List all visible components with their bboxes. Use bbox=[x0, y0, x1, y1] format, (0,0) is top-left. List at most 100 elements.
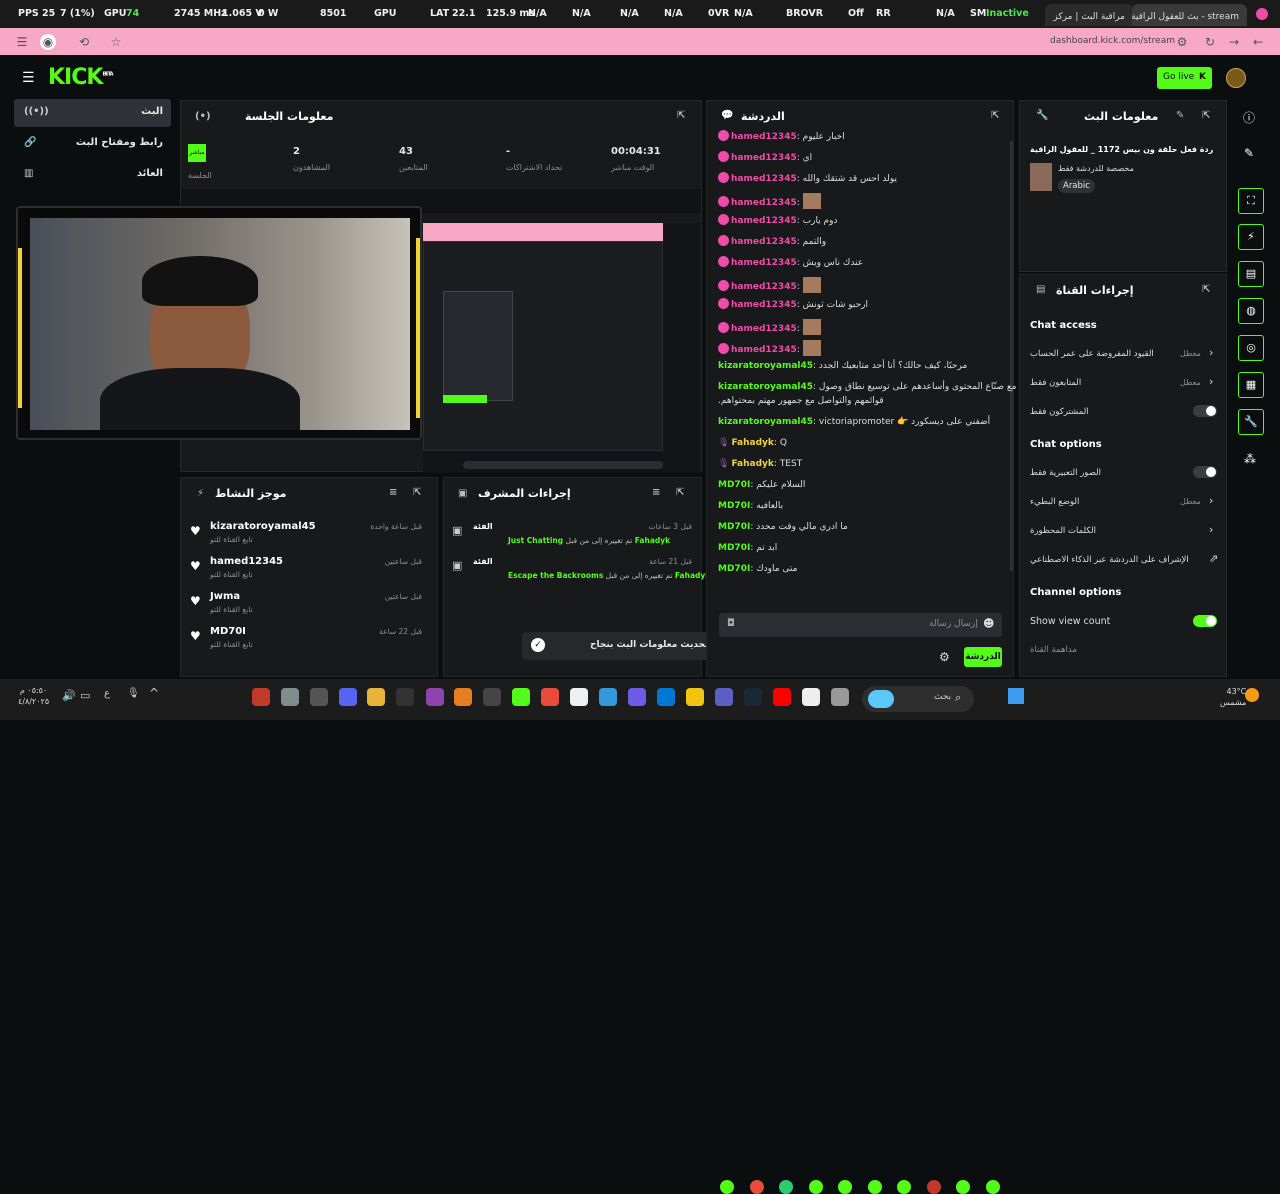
app-icon[interactable] bbox=[831, 688, 849, 706]
app-icon[interactable] bbox=[426, 688, 444, 706]
chat-username[interactable]: hamed12345 bbox=[731, 153, 797, 163]
popout-icon[interactable]: ⇱ bbox=[676, 487, 684, 498]
chat-username[interactable]: kizaratoroyamal45 bbox=[718, 382, 813, 392]
app-icon[interactable] bbox=[454, 688, 472, 706]
emote-icon[interactable] bbox=[986, 1180, 1000, 1194]
sidebar-item-stream-key[interactable]: 🔗 رابط ومفتاح البث bbox=[14, 130, 171, 158]
emote-icon[interactable] bbox=[809, 1180, 823, 1194]
list-item[interactable]: ▣ الفئة Just Chatting تم تغييره إلى من ق… bbox=[452, 522, 692, 552]
extensions-icon[interactable]: ⟲ bbox=[76, 34, 92, 50]
filter-icon[interactable]: ≡ bbox=[389, 487, 397, 498]
chat-username[interactable]: Fahadyk bbox=[731, 438, 773, 448]
go-live-button[interactable]: Go live K bbox=[1157, 67, 1212, 89]
chat-username[interactable]: Fahadyk bbox=[731, 459, 773, 469]
clock[interactable]: ٠٥:٥٠ م ٤/٨/٢٠٢٥ bbox=[18, 685, 49, 707]
microphone-icon[interactable]: 🎙 bbox=[127, 688, 140, 699]
chat-username[interactable]: hamed12345 bbox=[731, 345, 797, 355]
emote-icon[interactable] bbox=[956, 1180, 970, 1194]
youtube-icon[interactable] bbox=[773, 688, 791, 706]
sidebar-item-stream[interactable]: ((•)) البث bbox=[14, 99, 171, 127]
broadcast-icon[interactable]: ◎ bbox=[1238, 335, 1264, 361]
emote-icon[interactable] bbox=[779, 1180, 793, 1194]
document-icon[interactable]: ▤ bbox=[1238, 261, 1264, 287]
bookmark-star-icon[interactable]: ☆ bbox=[108, 34, 124, 50]
chat-username[interactable]: kizaratoroyamal45 bbox=[718, 417, 813, 427]
chevron-right-icon[interactable]: › bbox=[1209, 346, 1213, 359]
popout-icon[interactable]: ⇱ bbox=[677, 110, 685, 121]
app-icon[interactable] bbox=[396, 688, 414, 706]
emote-icon[interactable] bbox=[868, 1180, 882, 1194]
kick-logo[interactable]: KICKBETA bbox=[48, 65, 114, 90]
chevron-right-icon[interactable]: › bbox=[1209, 494, 1213, 507]
chat-username[interactable]: hamed12345 bbox=[731, 258, 797, 268]
popout-icon[interactable]: ⇱ bbox=[991, 110, 999, 121]
external-link-icon[interactable]: ⇗ bbox=[1209, 552, 1218, 565]
forward-icon[interactable]: → bbox=[1226, 34, 1242, 50]
menu-icon[interactable]: ☰ bbox=[14, 34, 30, 50]
back-icon[interactable]: ← bbox=[1250, 34, 1266, 50]
hamburger-menu-icon[interactable]: ☰ bbox=[22, 70, 35, 86]
steam-icon[interactable] bbox=[744, 688, 762, 706]
browser-profile-icon[interactable]: ◉ bbox=[40, 34, 56, 50]
app-icon[interactable] bbox=[599, 688, 617, 706]
show-view-count-toggle[interactable] bbox=[1193, 615, 1217, 627]
chrome-icon[interactable] bbox=[367, 688, 385, 706]
edge-icon[interactable] bbox=[657, 688, 675, 706]
url-text[interactable]: dashboard.kick.com/stream bbox=[1050, 36, 1175, 46]
teams-icon[interactable] bbox=[715, 688, 733, 706]
app-icon[interactable] bbox=[628, 688, 646, 706]
edit-pencil-icon[interactable]: ✎ bbox=[1244, 146, 1254, 160]
app-icon[interactable] bbox=[483, 688, 501, 706]
list-item[interactable]: ♥ hamed12345 تابع القناة للتو قبل ساعتين bbox=[190, 556, 430, 586]
emote-icon[interactable] bbox=[750, 1180, 764, 1194]
subscribers-only-toggle[interactable] bbox=[1193, 405, 1217, 417]
list-item[interactable]: ♥ MD70I تابع القناة للتو قبل 22 ساعة bbox=[190, 626, 430, 656]
chat-username[interactable]: kizaratoroyamal45 bbox=[718, 361, 813, 371]
chat-username[interactable]: hamed12345 bbox=[731, 132, 797, 142]
chat-username[interactable]: MD70I bbox=[718, 480, 750, 490]
chat-username[interactable]: MD70I bbox=[718, 501, 750, 511]
emote-icon[interactable] bbox=[838, 1180, 852, 1194]
chat-scrollbar[interactable] bbox=[1010, 141, 1013, 571]
popout-icon[interactable]: ⇱ bbox=[1202, 284, 1210, 295]
chat-username[interactable]: MD70I bbox=[718, 564, 750, 574]
chat-bubble-icon[interactable]: ◍ bbox=[1238, 298, 1264, 324]
speaker-icon[interactable]: 🔊 bbox=[62, 689, 76, 702]
shield-icon[interactable]: ◘ bbox=[727, 618, 735, 629]
send-chat-button[interactable]: الدردشة bbox=[964, 647, 1002, 667]
chat-username[interactable]: hamed12345 bbox=[731, 174, 797, 184]
app-icon[interactable] bbox=[541, 688, 559, 706]
emotes-only-toggle[interactable] bbox=[1193, 466, 1217, 478]
kick-app-icon[interactable] bbox=[512, 688, 530, 706]
reload-icon[interactable]: ↻ bbox=[1202, 34, 1218, 50]
edit-pencil-icon[interactable]: ✎ bbox=[1176, 110, 1184, 121]
expand-icon[interactable]: ⛶ bbox=[1238, 188, 1264, 214]
channel-icon[interactable]: ▦ bbox=[1238, 372, 1264, 398]
browser-tab-2[interactable]: stream - بث للعقول الراقية bbox=[1131, 4, 1247, 26]
weather-widget[interactable]: 43°C مشمس bbox=[1220, 686, 1246, 708]
window-close-icon[interactable] bbox=[1256, 8, 1268, 20]
chat-input[interactable]: ◘ إرسال رسالة ☻ bbox=[719, 613, 1002, 637]
lightning-icon[interactable]: ⚡ bbox=[1238, 224, 1264, 250]
discord-icon[interactable] bbox=[339, 688, 357, 706]
emote-icon[interactable] bbox=[720, 1180, 734, 1194]
list-item[interactable]: ♥ kizaratoroyamal45 تابع القناة للتو قبل سا… bbox=[190, 521, 430, 551]
emoji-icon[interactable]: ☻ bbox=[983, 617, 994, 630]
windows-start-icon[interactable] bbox=[1008, 688, 1024, 704]
chat-username[interactable]: MD70I bbox=[718, 543, 750, 553]
language-indicator[interactable]: ع bbox=[104, 688, 110, 699]
list-item[interactable]: ▣ الفئة Escape the Backrooms تم تغييره إ… bbox=[452, 557, 710, 587]
chat-username[interactable]: hamed12345 bbox=[731, 237, 797, 247]
avatar[interactable] bbox=[1226, 68, 1246, 88]
popout-icon[interactable]: ⇱ bbox=[413, 487, 421, 498]
info-icon[interactable]: ⓘ bbox=[1243, 109, 1255, 126]
chevron-right-icon[interactable]: › bbox=[1209, 523, 1213, 536]
chat-username[interactable]: MD70I bbox=[718, 522, 750, 532]
emote-icon[interactable] bbox=[927, 1180, 941, 1194]
browser-tab-1[interactable]: مراقبة البث | مركز bbox=[1045, 4, 1133, 26]
chat-username[interactable]: hamed12345 bbox=[731, 198, 797, 208]
file-explorer-icon[interactable] bbox=[686, 688, 704, 706]
search-box[interactable]: بحث ⌕ bbox=[862, 686, 974, 712]
wrench-icon[interactable]: 🔧 bbox=[1238, 409, 1264, 435]
chat-username[interactable]: hamed12345 bbox=[731, 216, 797, 226]
